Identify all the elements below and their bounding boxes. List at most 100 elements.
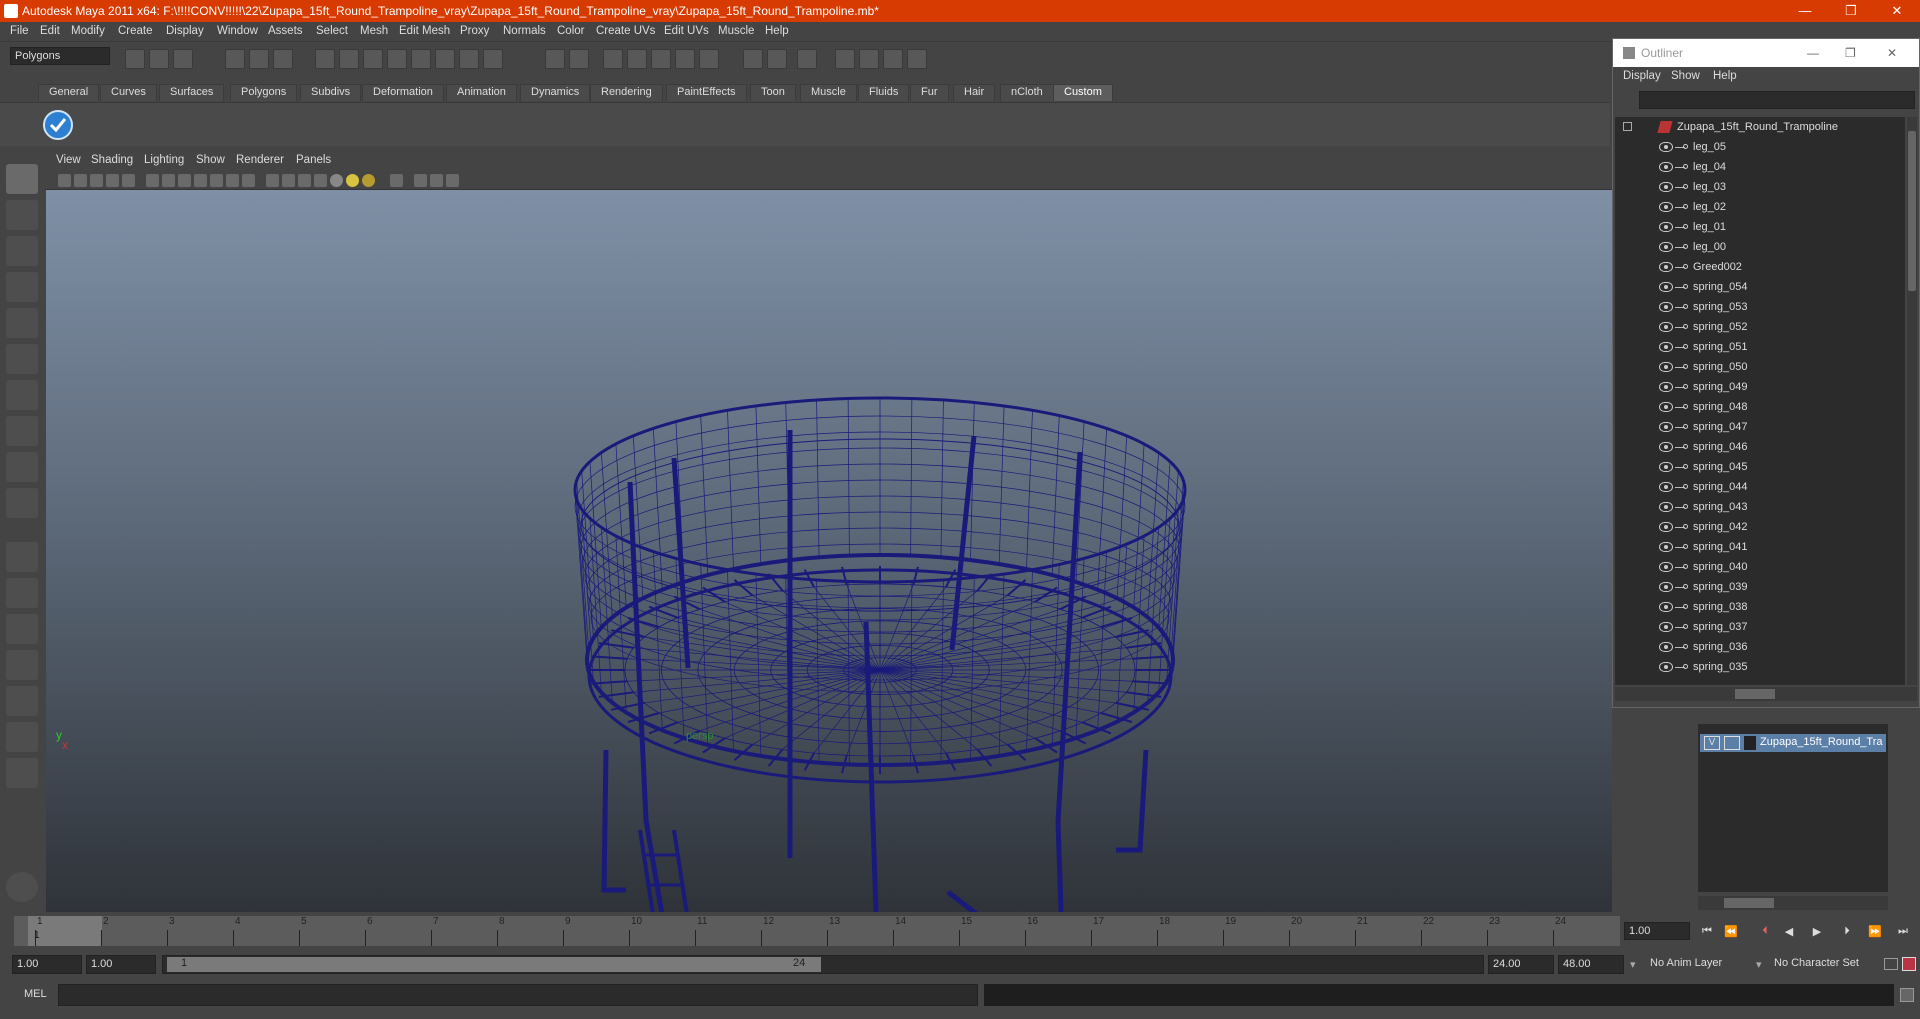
xray-components-icon[interactable] bbox=[446, 174, 459, 187]
list-item[interactable]: leg_05 bbox=[1615, 137, 1905, 157]
safe-title-icon[interactable] bbox=[242, 174, 255, 187]
go-to-start-button[interactable]: ⏮ bbox=[1698, 925, 1716, 941]
vp-menu-renderer[interactable]: Renderer bbox=[236, 154, 284, 166]
menu-edit-uvs[interactable]: Edit UVs bbox=[664, 25, 709, 37]
collapse-icon[interactable] bbox=[1623, 122, 1632, 131]
image-plane-icon[interactable] bbox=[106, 174, 119, 187]
rotate-tool-icon[interactable] bbox=[6, 308, 38, 338]
menu-display[interactable]: Display bbox=[166, 25, 204, 37]
list-item[interactable]: leg_00 bbox=[1615, 237, 1905, 257]
script-editor-icon[interactable] bbox=[6, 872, 38, 902]
render-layout-icon[interactable] bbox=[6, 722, 38, 752]
outliner-hscroll-thumb[interactable] bbox=[1735, 689, 1775, 699]
select-object-icon[interactable] bbox=[249, 49, 269, 69]
safe-action-icon[interactable] bbox=[226, 174, 239, 187]
vp-menu-lighting[interactable]: Lighting bbox=[144, 154, 184, 166]
wireframe-on-shaded-icon[interactable] bbox=[298, 174, 311, 187]
go-to-end-button[interactable]: ⏭ bbox=[1894, 925, 1912, 941]
last-tool-icon[interactable] bbox=[6, 488, 38, 518]
time-ruler[interactable]: 1 1 2 3 4 5 6 7 8 9 10 11 12 13 14 15 16 17 18 19 20 21 22 23 2… bbox=[14, 916, 1620, 946]
default-lighting-icon[interactable] bbox=[330, 174, 343, 187]
tab-general[interactable]: General bbox=[38, 84, 100, 101]
list-item[interactable]: leg_02 bbox=[1615, 197, 1905, 217]
step-back-frame-button[interactable]: ⏴ bbox=[1756, 925, 1774, 941]
list-item[interactable]: spring_047 bbox=[1615, 417, 1905, 437]
gate-mask-icon[interactable] bbox=[194, 174, 207, 187]
tool-settings-icon[interactable] bbox=[797, 49, 817, 69]
outliner-filter-field[interactable] bbox=[1639, 91, 1915, 109]
open-scene-icon[interactable] bbox=[149, 49, 169, 69]
snap-curve-icon[interactable] bbox=[339, 49, 359, 69]
list-item[interactable]: leg_03 bbox=[1615, 177, 1905, 197]
hypershade-icon[interactable] bbox=[675, 49, 695, 69]
trampoline-wireframe-model[interactable] bbox=[46, 190, 1612, 912]
list-item[interactable]: spring_054 bbox=[1615, 277, 1905, 297]
tab-polygons[interactable]: Polygons bbox=[230, 84, 298, 101]
close-button[interactable]: ✕ bbox=[1874, 0, 1920, 22]
list-item[interactable]: spring_048 bbox=[1615, 397, 1905, 417]
four-view-layout-icon[interactable] bbox=[6, 578, 38, 608]
script-editor-button-icon[interactable] bbox=[1900, 988, 1914, 1002]
tab-subdivs[interactable]: Subdivs bbox=[300, 84, 362, 101]
camera-attributes-icon[interactable] bbox=[74, 174, 87, 187]
universal-manip-icon[interactable] bbox=[6, 380, 38, 410]
lasso-tool-icon[interactable] bbox=[6, 200, 38, 230]
layout-one-icon[interactable] bbox=[835, 49, 855, 69]
animation-end-field[interactable]: 48.00 bbox=[1558, 955, 1624, 974]
render-region-icon[interactable] bbox=[569, 49, 589, 69]
list-item[interactable]: leg_04 bbox=[1615, 157, 1905, 177]
isolate-select-icon[interactable] bbox=[390, 174, 403, 187]
layer-scrollbar[interactable] bbox=[1698, 896, 1888, 910]
layer-type-toggle[interactable] bbox=[1724, 736, 1740, 750]
wireframe-icon[interactable] bbox=[266, 174, 279, 187]
vp-menu-show[interactable]: Show bbox=[196, 154, 225, 166]
select-tool-icon[interactable] bbox=[6, 164, 38, 194]
xray-icon[interactable] bbox=[414, 174, 427, 187]
snap-point-icon[interactable] bbox=[363, 49, 383, 69]
list-item[interactable]: spring_049 bbox=[1615, 377, 1905, 397]
tab-fluids[interactable]: Fluids bbox=[858, 84, 910, 101]
layout-two-icon[interactable] bbox=[859, 49, 879, 69]
paint-select-icon[interactable] bbox=[6, 236, 38, 266]
command-input[interactable] bbox=[58, 984, 978, 1006]
step-forward-key-button[interactable]: ⏩ bbox=[1866, 925, 1884, 941]
tab-curves[interactable]: Curves bbox=[100, 84, 157, 101]
display-layer-row[interactable]: V Zupapa_15ft_Round_Tra bbox=[1700, 734, 1886, 752]
list-item[interactable]: spring_044 bbox=[1615, 477, 1905, 497]
outliner-maximize-button[interactable]: ❐ bbox=[1845, 39, 1856, 67]
list-item[interactable]: spring_038 bbox=[1615, 597, 1905, 617]
animation-start-field[interactable]: 1.00 bbox=[12, 955, 82, 974]
perspective-viewport[interactable]: x y persp bbox=[46, 190, 1612, 912]
tab-muscle[interactable]: Muscle bbox=[800, 84, 857, 101]
tab-surfaces[interactable]: Surfaces bbox=[159, 84, 225, 101]
minimize-button[interactable]: — bbox=[1782, 0, 1828, 22]
key-icon[interactable] bbox=[1884, 958, 1898, 970]
select-camera-icon[interactable] bbox=[58, 174, 71, 187]
list-item[interactable]: spring_035 bbox=[1615, 657, 1905, 677]
history-icon[interactable] bbox=[435, 49, 455, 69]
playback-start-field[interactable]: 1.00 bbox=[86, 955, 156, 974]
tab-fur[interactable]: Fur bbox=[910, 84, 949, 101]
render-view-icon[interactable] bbox=[699, 49, 719, 69]
tab-hair[interactable]: Hair bbox=[953, 84, 996, 101]
snap-plane-icon[interactable] bbox=[387, 49, 407, 69]
menu-file[interactable]: File bbox=[10, 25, 29, 37]
save-scene-icon[interactable] bbox=[173, 49, 193, 69]
select-component-icon[interactable] bbox=[273, 49, 293, 69]
list-item[interactable]: spring_050 bbox=[1615, 357, 1905, 377]
list-item[interactable]: spring_053 bbox=[1615, 297, 1905, 317]
layout-custom-icon[interactable] bbox=[907, 49, 927, 69]
hypergraph-layout-icon[interactable] bbox=[6, 686, 38, 716]
outliner-menu-help[interactable]: Help bbox=[1713, 70, 1737, 82]
outliner-close-button[interactable]: ✕ bbox=[1887, 39, 1897, 67]
list-item[interactable]: spring_039 bbox=[1615, 577, 1905, 597]
field-chart-icon[interactable] bbox=[210, 174, 223, 187]
graph-layout-icon[interactable] bbox=[6, 650, 38, 680]
tab-painteffects[interactable]: PaintEffects bbox=[666, 84, 747, 101]
playback-end-field[interactable]: 24.00 bbox=[1488, 955, 1554, 974]
tab-deformation[interactable]: Deformation bbox=[362, 84, 444, 101]
menu-create[interactable]: Create bbox=[118, 25, 153, 37]
list-item[interactable]: spring_041 bbox=[1615, 537, 1905, 557]
snap-surface-icon[interactable] bbox=[411, 49, 431, 69]
list-item[interactable]: spring_051 bbox=[1615, 337, 1905, 357]
